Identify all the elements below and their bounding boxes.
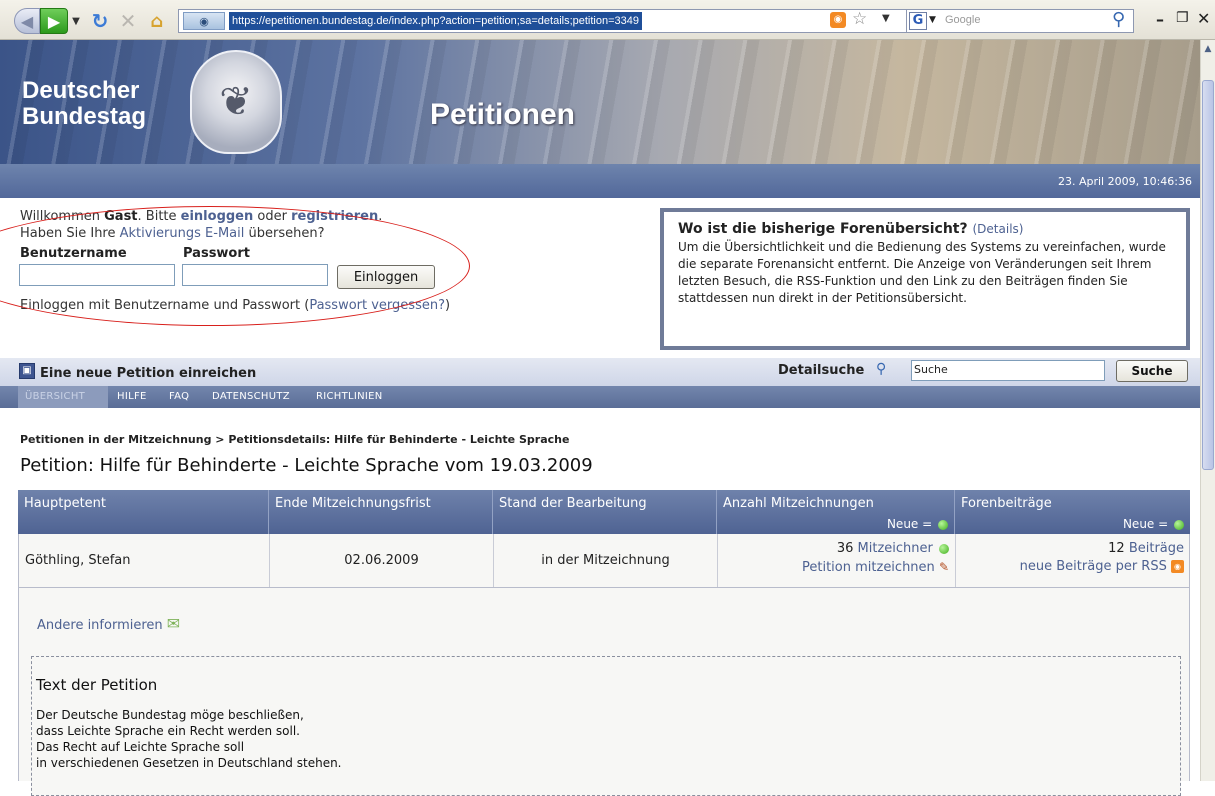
cell-status: in der Mitzeichnung xyxy=(494,534,718,587)
home-icon[interactable]: ⌂ xyxy=(144,8,170,34)
new-petition-icon[interactable]: ▣ xyxy=(19,363,35,379)
bookmark-star-icon[interactable]: ☆ xyxy=(852,9,867,29)
forward-button[interactable]: ▶ xyxy=(40,8,68,34)
browser-search-box[interactable]: G ▼ Google xyxy=(906,9,1134,33)
logo-line-2: Bundestag xyxy=(22,103,147,130)
share-link[interactable]: Andere informieren ✉ xyxy=(37,614,180,633)
header-anzahl: Anzahl Mitzeichnungen Neue = xyxy=(717,490,955,534)
petition-text-line: in verschiedenen Gesetzen in Deutschland… xyxy=(36,756,342,770)
main-navigation: ÜBERSICHT HILFE FAQ DATENSCHUTZ RICHTLIN… xyxy=(0,386,1200,408)
restore-icon[interactable]: ❐ xyxy=(1176,10,1189,26)
cell-petent: Göthling, Stefan xyxy=(19,534,270,587)
envelope-icon[interactable]: ✉ xyxy=(167,614,180,633)
nav-richtlinien[interactable]: RICHTLINIEN xyxy=(316,391,383,402)
date-bar: 23. April 2009, 10:46:36 xyxy=(0,164,1200,198)
page-title: Petition: Hilfe für Behinderte - Leichte… xyxy=(20,455,593,476)
scroll-up-icon[interactable]: ▲ xyxy=(1201,42,1215,56)
new-dot-icon xyxy=(1174,519,1184,530)
header-ende-frist: Ende Mitzeichnungsfrist xyxy=(269,490,493,534)
posts-count: 12 xyxy=(1108,541,1125,556)
sign-petition-link[interactable]: Petition mitzeichnen xyxy=(802,560,935,575)
federal-eagle-icon: ❦ xyxy=(190,50,282,154)
header-forenbeitraege: Forenbeiträge Neue = xyxy=(955,490,1190,534)
petition-text-heading: Text der Petition xyxy=(36,676,158,694)
detail-search-link[interactable]: Detailsuche xyxy=(778,363,864,378)
header-hauptpetent: Hauptpetent xyxy=(18,490,269,534)
new-dot-icon xyxy=(939,543,949,554)
share-link-label[interactable]: Andere informieren xyxy=(37,618,163,633)
bundestag-logo-text[interactable]: Deutscher Bundestag xyxy=(22,78,146,130)
cell-end-date: 02.06.2009 xyxy=(270,534,494,587)
nav-uebersicht[interactable]: ÜBERSICHT xyxy=(25,391,85,402)
header-forenbeitraege-label: Forenbeiträge xyxy=(961,496,1052,511)
new-dot-icon xyxy=(938,519,948,530)
url-text[interactable]: https://epetitionen.bundestag.de/index.p… xyxy=(229,12,643,30)
search-icon[interactable]: ⚲ xyxy=(876,361,886,377)
table-row: Göthling, Stefan 02.06.2009 in der Mitze… xyxy=(18,534,1190,588)
vertical-scrollbar[interactable]: ▲ xyxy=(1200,40,1215,781)
infobox-title: Wo ist die bisherige Forenübersicht? xyxy=(678,221,968,237)
history-dropdown-icon[interactable]: ▼ xyxy=(70,8,82,34)
magnifier-icon[interactable]: ⚲ xyxy=(1112,9,1125,30)
site-search-input[interactable]: Suche xyxy=(911,360,1105,381)
pencil-icon[interactable]: ✎ xyxy=(939,560,949,574)
current-datetime: 23. April 2009, 10:46:36 xyxy=(1057,175,1192,188)
back-button[interactable]: ◀ xyxy=(14,8,40,34)
new-petition-link[interactable]: Eine neue Petition einreichen xyxy=(40,366,256,381)
search-engine-dropdown-icon[interactable]: ▼ xyxy=(929,15,936,25)
petition-text-box: Text der Petition Der Deutsche Bundestag… xyxy=(31,656,1181,796)
new-legend-label: Neue = xyxy=(886,517,933,531)
search-placeholder[interactable]: Google xyxy=(945,14,980,26)
infobox-details-link[interactable]: (Details) xyxy=(973,222,1024,236)
site-banner: Deutscher Bundestag ❦ Petitionen xyxy=(0,40,1200,164)
bookmark-dropdown-icon[interactable]: ▼ xyxy=(882,13,890,24)
logo-line-1: Deutscher xyxy=(22,77,140,104)
new-indicator-legend-2: Neue = xyxy=(1123,517,1184,531)
cell-posts: 12 Beiträge neue Beiträge per RSS ◉ xyxy=(956,534,1190,587)
new-legend-label-2: Neue = xyxy=(1122,517,1169,531)
site-search-button[interactable]: Suche xyxy=(1116,360,1188,382)
search-engine-icon[interactable]: G xyxy=(909,12,927,30)
petition-details: Andere informieren ✉ Text der Petition D… xyxy=(18,588,1190,796)
nav-datenschutz[interactable]: DATENSCHUTZ xyxy=(212,391,290,402)
login-note-suffix: ) xyxy=(444,298,451,313)
cell-signers: 36 Mitzeichner Petition mitzeichnen ✎ xyxy=(718,534,956,587)
petition-text-line: Das Recht auf Leichte Sprache soll xyxy=(36,740,245,754)
minimize-icon[interactable]: – xyxy=(1156,10,1164,29)
petition-text-line: Der Deutsche Bundestag möge beschließen, xyxy=(36,708,304,722)
address-bar[interactable]: ◉ https://epetitionen.bundestag.de/index… xyxy=(178,9,908,33)
scroll-thumb[interactable] xyxy=(1202,80,1214,470)
petition-toolbar: ▣ Eine neue Petition einreichen Detailsu… xyxy=(0,358,1200,386)
stop-icon[interactable]: ✕ xyxy=(116,8,140,34)
header-stand: Stand der Bearbeitung xyxy=(493,490,717,534)
petition-text-line: dass Leichte Sprache ein Recht werden so… xyxy=(36,724,300,738)
signers-link[interactable]: Mitzeichner xyxy=(858,541,933,556)
banner-title: Petitionen xyxy=(430,98,576,131)
reload-icon[interactable]: ↻ xyxy=(88,8,112,34)
rss-posts-link[interactable]: neue Beiträge per RSS xyxy=(1020,559,1167,574)
petition-text-body: Der Deutsche Bundestag möge beschließen,… xyxy=(36,707,342,771)
nav-faq[interactable]: FAQ xyxy=(169,391,189,402)
forum-info-box: Wo ist die bisherige Forenübersicht? (De… xyxy=(660,208,1190,350)
rss-icon[interactable]: ◉ xyxy=(1171,560,1184,573)
posts-link[interactable]: Beiträge xyxy=(1129,541,1184,556)
new-indicator-legend: Neue = xyxy=(887,517,948,531)
signers-count: 36 xyxy=(836,541,854,556)
browser-toolbar: ◀ ▶ ▼ ↻ ✕ ⌂ ◉ https://epetitionen.bundes… xyxy=(0,0,1215,40)
header-anzahl-label: Anzahl Mitzeichnungen xyxy=(723,496,874,511)
rss-feed-icon[interactable]: ◉ xyxy=(830,12,846,28)
site-identity-icon[interactable]: ◉ xyxy=(183,12,225,30)
petition-table-header: Hauptpetent Ende Mitzeichnungsfrist Stan… xyxy=(18,490,1190,534)
close-icon[interactable]: ✕ xyxy=(1197,9,1210,28)
infobox-body: Um die Übersichtlichkeit und die Bedienu… xyxy=(678,240,1166,305)
breadcrumb: Petitionen in der Mitzeichnung > Petitio… xyxy=(20,433,570,446)
nav-hilfe[interactable]: HILFE xyxy=(117,391,147,402)
